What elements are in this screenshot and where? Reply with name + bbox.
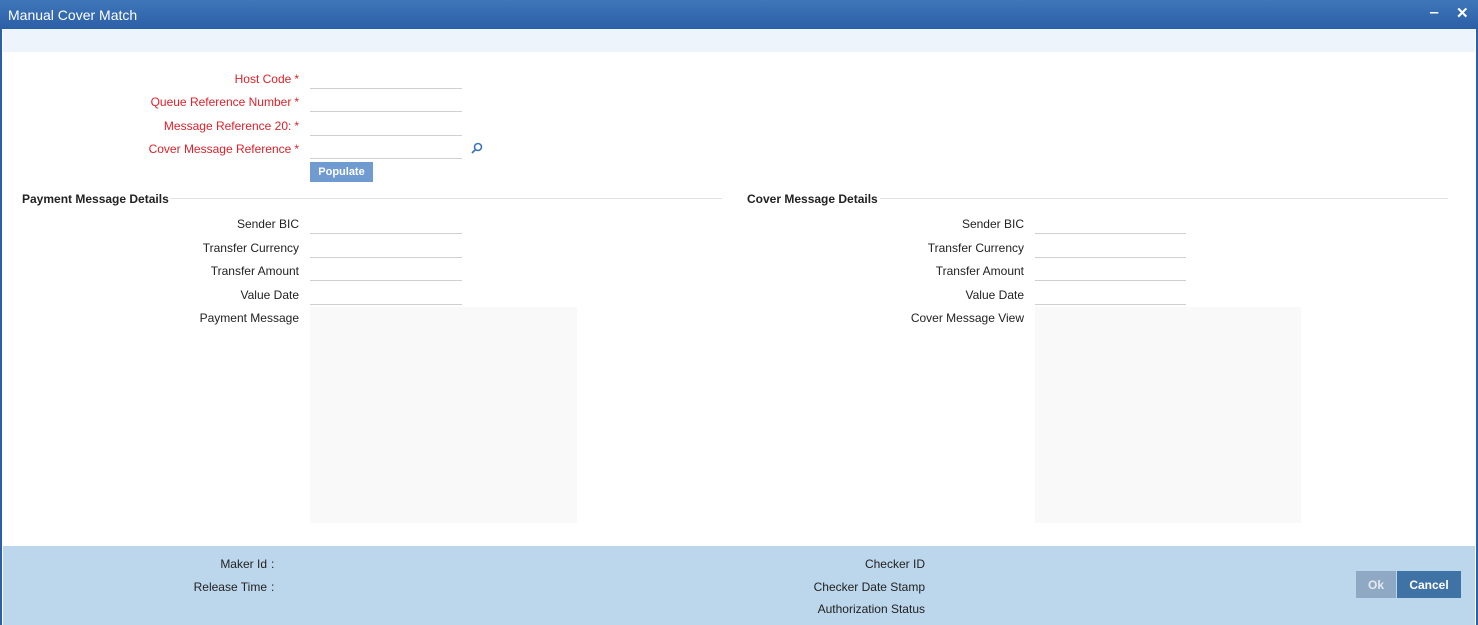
cancel-button[interactable]: Cancel: [1397, 571, 1461, 598]
host-code-input[interactable]: [310, 68, 462, 89]
cover-message-reference-input[interactable]: [310, 138, 462, 159]
cover-transfer-currency-input[interactable]: [1035, 237, 1186, 258]
maker-id-label: Maker Id: [220, 557, 267, 571]
maker-id-colon: :: [271, 557, 275, 571]
payment-message-details-heading: Payment Message Details: [22, 192, 169, 206]
authorization-status-label: Authorization Status: [817, 602, 925, 616]
host-code-label: Host Code *: [234, 72, 299, 86]
cover-value-date-input[interactable]: [1035, 284, 1186, 305]
release-time-colon: :: [271, 580, 275, 594]
cover-message-view-label: Cover Message View: [910, 311, 1024, 325]
queue-reference-number-label: Queue Reference Number *: [150, 95, 299, 109]
toolbar-strip: [3, 29, 1475, 52]
cover-message-reference-label: Cover Message Reference *: [148, 142, 299, 156]
payment-sender-bic-input[interactable]: [310, 213, 462, 234]
payment-transfer-amount-input[interactable]: [310, 260, 462, 281]
cover-message-view-textarea[interactable]: [1035, 307, 1301, 523]
cover-transfer-amount-input[interactable]: [1035, 260, 1186, 281]
payment-value-date-label: Value Date: [240, 288, 299, 302]
window-title: Manual Cover Match: [8, 7, 138, 23]
payment-message-textarea[interactable]: [310, 307, 577, 523]
checker-id-label: Checker ID: [864, 557, 925, 571]
release-time-label: Release Time: [193, 580, 267, 594]
payment-value-date-input[interactable]: [310, 284, 462, 305]
message-reference-20-label: Message Reference 20: *: [163, 119, 299, 133]
cover-transfer-currency-label: Transfer Currency: [927, 241, 1024, 255]
populate-button[interactable]: Populate: [310, 162, 373, 182]
cover-transfer-amount-label: Transfer Amount: [935, 264, 1024, 278]
cover-section-divider: [880, 198, 1448, 199]
cover-sender-bic-input[interactable]: [1035, 213, 1186, 234]
payment-transfer-amount-label: Transfer Amount: [210, 264, 299, 278]
window-frame-left: [0, 29, 2, 625]
cover-sender-bic-label: Sender BIC: [961, 217, 1024, 231]
cover-message-details-heading: Cover Message Details: [747, 192, 878, 206]
payment-message-label: Payment Message: [199, 311, 299, 325]
ok-button[interactable]: Ok: [1356, 571, 1396, 598]
payment-transfer-currency-input[interactable]: [310, 237, 462, 258]
payment-sender-bic-label: Sender BIC: [236, 217, 299, 231]
queue-reference-number-input[interactable]: [310, 91, 462, 112]
checker-date-stamp-label: Checker Date Stamp: [813, 580, 925, 594]
payment-transfer-currency-label: Transfer Currency: [202, 241, 299, 255]
minimize-icon[interactable]: ‒: [1430, 4, 1438, 21]
payment-section-divider: [170, 198, 722, 199]
message-reference-20-input[interactable]: [310, 115, 462, 136]
window-title-bar: Manual Cover Match ‒ ✕: [0, 0, 1478, 29]
cover-value-date-label: Value Date: [965, 288, 1024, 302]
close-icon[interactable]: ✕: [1456, 4, 1469, 22]
search-icon[interactable]: [471, 142, 483, 154]
